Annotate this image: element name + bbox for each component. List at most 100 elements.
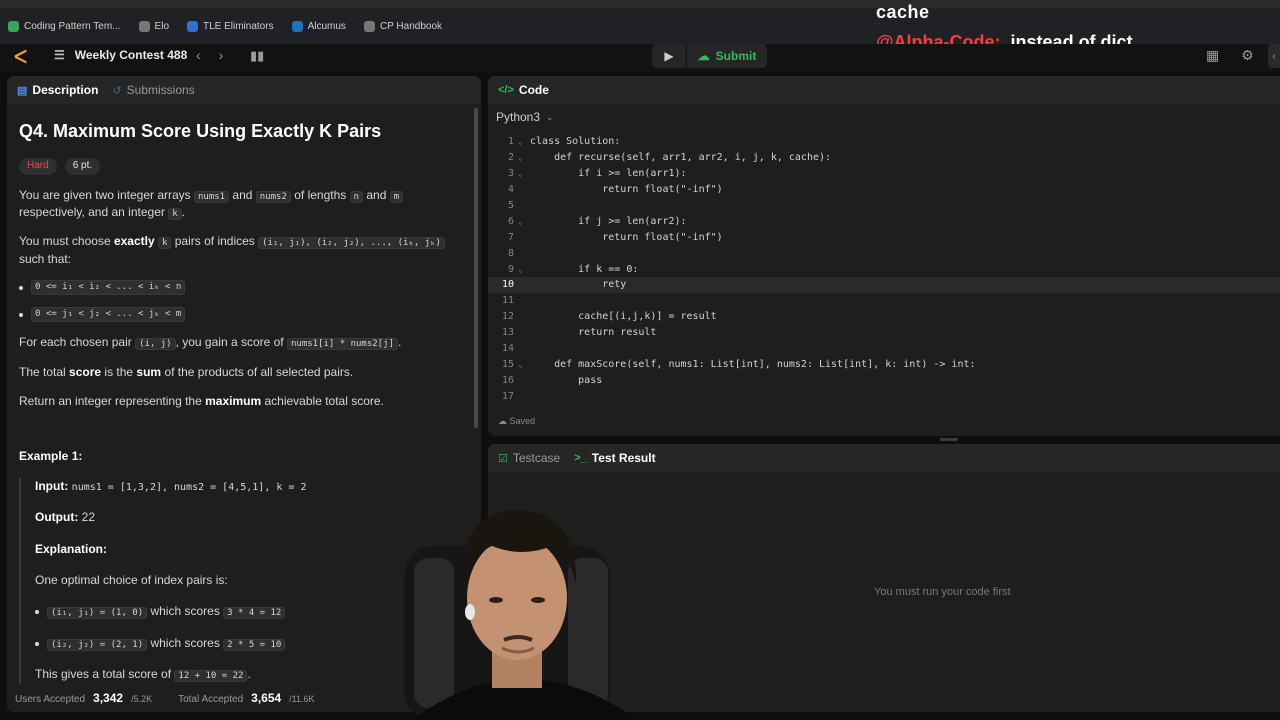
bookmark-item[interactable]: Elo xyxy=(138,20,169,32)
list-item: 0 <= i₁ < i₂ < ... < iₖ < n xyxy=(19,280,469,296)
line-number: 3 xyxy=(507,168,514,180)
code-line[interactable]: 17 xyxy=(488,388,1280,404)
code-line[interactable]: 7 return float("-inf") xyxy=(488,229,1280,245)
chevron-down-icon: ⌄ xyxy=(546,111,554,122)
line-number: 6 xyxy=(507,215,514,227)
contest-title: Weekly Contest 488 xyxy=(74,48,188,62)
globe-icon xyxy=(138,20,150,32)
webcam-overlay xyxy=(404,510,638,720)
code-line[interactable]: 9 ⌄ if k == 0: xyxy=(488,261,1280,277)
leetcode-logo-icon[interactable]: ᐸ xyxy=(14,47,32,67)
line-number: 13 xyxy=(501,327,514,339)
saved-status: ☁ Saved xyxy=(498,416,536,426)
tab-test-result[interactable]: >_ Test Result xyxy=(574,451,655,465)
tab-testcase[interactable]: ☑ Testcase xyxy=(498,451,560,465)
list-icon: ☰ xyxy=(54,48,65,62)
bookmark-label: CP Handbook xyxy=(379,20,443,32)
users-accepted-label: Users Accepted xyxy=(15,694,86,705)
code-text: pass xyxy=(530,374,603,386)
bookmark-item[interactable]: TLE Eliminators xyxy=(187,20,274,32)
line-number: 4 xyxy=(507,184,514,196)
code-line[interactable]: 15 ⌄ def maxScore(self, nums1: List[int],… xyxy=(488,356,1280,372)
code-text: if k == 0: xyxy=(530,263,639,275)
line-number: 8 xyxy=(507,247,514,259)
problem-paragraph-3: For each chosen pair (i, j), you gain a … xyxy=(19,335,402,351)
acceptance-stats: Users Accepted 3,342/5.2K Total Accepted… xyxy=(15,691,315,705)
fold-chevron-icon[interactable]: ⌄ xyxy=(518,137,530,146)
green-logo-icon xyxy=(8,20,19,32)
language-select[interactable]: Python3 ⌄ xyxy=(496,110,554,124)
bookmark-item[interactable]: CP Handbook xyxy=(363,20,443,32)
bar-chart-icon[interactable]: ▮▮ xyxy=(250,48,264,64)
code-text: def recurse(self, arr1, arr2, i, j, k, c… xyxy=(530,152,832,164)
fold-chevron-icon[interactable]: ⌄ xyxy=(518,169,530,178)
code-panel: </> Code Python3 ⌄ 1 ⌄ class Solution: 2 ⌄ d… xyxy=(488,76,1280,436)
code-line[interactable]: 8 xyxy=(488,245,1280,261)
tab-description-label: Description xyxy=(32,83,99,97)
cloud-icon: ☁ xyxy=(498,416,507,426)
example-input: nums1 = [1,3,2], nums2 = [4,5,1], k = 2 xyxy=(71,481,307,493)
total-accepted-value: 3,654 xyxy=(251,691,282,705)
code-line[interactable]: 2 ⌄ def recurse(self, arr1, arr2, i, j, k… xyxy=(488,150,1280,166)
code-line[interactable]: 10 rety xyxy=(488,277,1280,293)
code-text: return float("-inf") xyxy=(530,231,723,243)
contest-menu[interactable]: ☰ Weekly Contest 488 xyxy=(54,48,187,62)
submit-button[interactable]: ☁ Submit xyxy=(687,44,767,68)
code-line[interactable]: 14 xyxy=(488,341,1280,357)
prev-problem-icon[interactable]: ‹ xyxy=(196,47,201,63)
code-text: cache[(i,j,k)] = result xyxy=(530,311,717,323)
fold-chevron-icon[interactable]: ⌄ xyxy=(518,265,530,274)
bookmark-item[interactable]: Alcumus xyxy=(291,20,346,32)
code-line[interactable]: 11 xyxy=(488,293,1280,309)
fold-chevron-icon[interactable]: ⌄ xyxy=(518,360,530,369)
next-problem-icon[interactable]: › xyxy=(219,47,224,63)
code-text: def maxScore(self, nums1: List[int], num… xyxy=(530,358,976,370)
layout-icon[interactable]: ▦ xyxy=(1206,47,1219,64)
submit-label: Submit xyxy=(715,49,757,63)
tab-submissions[interactable]: ↺ Submissions xyxy=(112,83,194,97)
line-number: 1 xyxy=(507,136,514,148)
gear-icon[interactable]: ⚙ xyxy=(1241,47,1254,64)
problem-paragraph-4: The total score is the sum of the produc… xyxy=(19,364,354,379)
line-number: 11 xyxy=(501,295,514,307)
code-line[interactable]: 16 pass xyxy=(488,372,1280,388)
code-header: </> Code xyxy=(488,76,1280,104)
description-scrollbar[interactable] xyxy=(474,108,478,428)
code-line[interactable]: 12 cache[(i,j,k)] = result xyxy=(488,309,1280,325)
code-line[interactable]: 3 ⌄ if i >= len(arr1): xyxy=(488,166,1280,182)
line-number: 9 xyxy=(507,263,514,275)
code-line[interactable]: 1 ⌄ class Solution: xyxy=(488,134,1280,150)
line-number: 10 xyxy=(501,279,514,291)
line-number: 15 xyxy=(501,358,514,370)
line-number: 12 xyxy=(501,311,514,323)
line-number: 17 xyxy=(501,390,514,402)
code-line[interactable]: 5 xyxy=(488,198,1280,214)
code-header-label: Code xyxy=(518,83,549,97)
bookmark-item[interactable]: Coding Pattern Tem... xyxy=(8,20,121,32)
document-icon: ▤ xyxy=(17,84,28,97)
language-label: Python3 xyxy=(496,110,541,124)
fold-chevron-icon[interactable]: ⌄ xyxy=(518,153,530,162)
test-tabs: ☑ Testcase >_ Test Result xyxy=(488,444,1280,472)
tab-description[interactable]: ▤ Description xyxy=(17,83,98,97)
bookmark-label: Coding Pattern Tem... xyxy=(24,20,121,32)
panel-resize-handle[interactable] xyxy=(940,438,958,441)
code-text: if i >= len(arr1): xyxy=(530,168,687,180)
tle-logo-icon xyxy=(187,20,198,32)
list-item: 0 <= j₁ < j₂ < ... < jₖ < m xyxy=(19,307,469,323)
code-text: rety xyxy=(530,279,627,291)
cloud-upload-icon: ☁ xyxy=(697,49,710,63)
code-text: return float("-inf") xyxy=(530,184,723,196)
line-number: 14 xyxy=(501,343,514,355)
fold-chevron-icon[interactable]: ⌄ xyxy=(518,217,530,226)
code-line[interactable]: 6 ⌄ if j >= len(arr2): xyxy=(488,213,1280,229)
code-editor[interactable]: 1 ⌄ class Solution: 2 ⌄ def recurse(self, ar… xyxy=(488,134,1280,404)
collapse-icon[interactable]: ‹ xyxy=(1268,44,1280,68)
run-button[interactable]: ▶ xyxy=(652,44,686,68)
code-line[interactable]: 13 return result xyxy=(488,325,1280,341)
code-line[interactable]: 4 return float("-inf") xyxy=(488,182,1280,198)
stream-overlay-cache: cache xyxy=(876,2,930,22)
code-icon: </> xyxy=(498,84,514,96)
tab-submissions-label: Submissions xyxy=(126,83,195,97)
empty-result-message: You must run your code first xyxy=(874,586,1011,598)
